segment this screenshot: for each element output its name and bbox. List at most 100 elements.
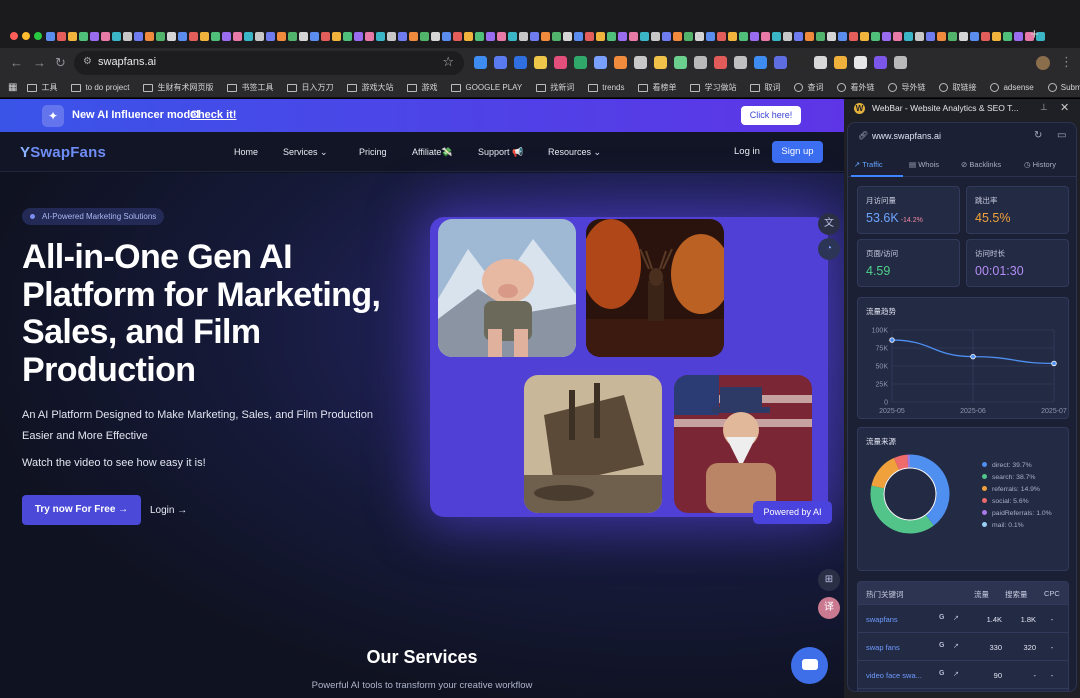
- extension-icon[interactable]: [534, 56, 547, 69]
- tab-favicon[interactable]: [134, 32, 143, 41]
- extension-icon[interactable]: [734, 56, 747, 69]
- tab-favicon[interactable]: [772, 32, 781, 41]
- trend-icon[interactable]: ↗: [953, 642, 959, 650]
- extension-icon[interactable]: [894, 56, 907, 69]
- nav-affiliate[interactable]: Affiliate💸: [412, 147, 453, 158]
- close-panel-icon[interactable]: ✕: [1060, 101, 1069, 114]
- bookmark-item[interactable]: 取链接: [939, 82, 976, 93]
- minimize-window-button[interactable]: [22, 32, 30, 40]
- translate-assistant-icon[interactable]: 译: [818, 597, 840, 619]
- tab-favicon[interactable]: [178, 32, 187, 41]
- tab-favicon[interactable]: [409, 32, 418, 41]
- tab-favicon[interactable]: [805, 32, 814, 41]
- google-icon[interactable]: G: [939, 670, 944, 677]
- tab-favicon[interactable]: [640, 32, 649, 41]
- tab-favicon[interactable]: [453, 32, 462, 41]
- bookmark-star-icon[interactable]: ☆: [442, 54, 454, 70]
- keyword-row[interactable]: swapfans G ↗ 1.4K 1.8K -: [858, 604, 1068, 632]
- extension-icon[interactable]: [874, 56, 887, 69]
- tab-favicon[interactable]: [255, 32, 264, 41]
- tab-favicon[interactable]: [310, 32, 319, 41]
- tab-favicon[interactable]: [167, 32, 176, 41]
- close-window-button[interactable]: [10, 32, 18, 40]
- tab-favicon[interactable]: [750, 32, 759, 41]
- apps-icon[interactable]: ▦: [8, 82, 17, 93]
- google-icon[interactable]: G: [939, 642, 944, 649]
- extension-icon[interactable]: [794, 56, 807, 69]
- tab-favicon[interactable]: [211, 32, 220, 41]
- tab-favicon[interactable]: [915, 32, 924, 41]
- profile-avatar[interactable]: [1036, 56, 1050, 70]
- tab-favicon[interactable]: [717, 32, 726, 41]
- google-icon[interactable]: G: [939, 614, 944, 621]
- bookmark-item[interactable]: 查词: [794, 82, 823, 93]
- donut-slice-search[interactable]: [870, 485, 934, 534]
- tab-favicon[interactable]: [112, 32, 121, 41]
- tab-favicon[interactable]: [222, 32, 231, 41]
- tab-favicon[interactable]: [1003, 32, 1012, 41]
- nav-home[interactable]: Home: [234, 147, 258, 157]
- reload-icon[interactable]: ↻: [55, 55, 66, 71]
- tab-favicon[interactable]: [838, 32, 847, 41]
- new-tab-button[interactable]: +: [1030, 26, 1039, 43]
- extension-icon[interactable]: [594, 56, 607, 69]
- bookmark-item[interactable]: 工具: [27, 82, 57, 93]
- keyword-link[interactable]: swapfans: [866, 615, 898, 624]
- tab-favicon[interactable]: [189, 32, 198, 41]
- bookmark-item[interactable]: 找新词: [536, 82, 574, 93]
- refresh-icon[interactable]: ↻: [1034, 130, 1042, 141]
- extension-icon[interactable]: [694, 56, 707, 69]
- grid-add-icon[interactable]: ⊞: [818, 569, 840, 591]
- tab-favicon[interactable]: [244, 32, 253, 41]
- bookmark-item[interactable]: Submit: [1047, 83, 1080, 92]
- tab-backlinks[interactable]: ⊘ Backlinks: [961, 160, 1001, 169]
- bookmark-item[interactable]: 导外链: [888, 82, 925, 93]
- tab-favicon[interactable]: [530, 32, 539, 41]
- tab-favicon[interactable]: [486, 32, 495, 41]
- tab-strip[interactable]: [46, 28, 1046, 44]
- extension-icon[interactable]: [654, 56, 667, 69]
- tab-favicon[interactable]: [123, 32, 132, 41]
- pin-icon[interactable]: ⊥: [1040, 102, 1048, 113]
- keyword-link[interactable]: video face swa...: [866, 671, 922, 680]
- site-logo[interactable]: YSwapFans: [20, 144, 106, 161]
- site-info-icon[interactable]: ⚙: [83, 56, 92, 67]
- tab-favicon[interactable]: [926, 32, 935, 41]
- tab-whois[interactable]: ▤ Whois: [909, 160, 939, 169]
- bookmark-item[interactable]: adsense: [990, 83, 1034, 92]
- tab-favicon[interactable]: [398, 32, 407, 41]
- tab-favicon[interactable]: [233, 32, 242, 41]
- tab-favicon[interactable]: [68, 32, 77, 41]
- back-icon[interactable]: ←: [10, 55, 23, 71]
- bookmark-item[interactable]: 看外链: [837, 82, 874, 93]
- tab-favicon[interactable]: [288, 32, 297, 41]
- tab-favicon[interactable]: [596, 32, 605, 41]
- tab-favicon[interactable]: [431, 32, 440, 41]
- extension-icon[interactable]: [754, 56, 767, 69]
- tab-favicon[interactable]: [464, 32, 473, 41]
- tab-favicon[interactable]: [871, 32, 880, 41]
- trend-point[interactable]: [970, 353, 976, 360]
- tab-favicon[interactable]: [46, 32, 55, 41]
- tab-favicon[interactable]: [816, 32, 825, 41]
- address-bar[interactable]: ⚙ swapfans.ai ☆: [74, 51, 464, 75]
- tab-favicon[interactable]: [497, 32, 506, 41]
- tab-favicon[interactable]: [200, 32, 209, 41]
- panel-icon[interactable]: ▭: [1057, 130, 1066, 141]
- tab-favicon[interactable]: [882, 32, 891, 41]
- donut-slice-social[interactable]: [893, 454, 909, 470]
- tab-favicon[interactable]: [761, 32, 770, 41]
- login-link[interactable]: Log in: [734, 146, 760, 157]
- promo-button[interactable]: Click here!: [741, 106, 801, 125]
- tab-favicon[interactable]: [937, 32, 946, 41]
- donut-slice-referrals[interactable]: [871, 457, 900, 489]
- bookmark-item[interactable]: 游戏大站: [347, 82, 393, 93]
- forward-icon[interactable]: →: [33, 55, 46, 71]
- tab-favicon[interactable]: [387, 32, 396, 41]
- tab-favicon[interactable]: [519, 32, 528, 41]
- trend-icon[interactable]: ↗: [953, 670, 959, 678]
- tab-favicon[interactable]: [618, 32, 627, 41]
- tab-traffic[interactable]: ↗ Traffic: [854, 160, 883, 169]
- extension-icon[interactable]: [574, 56, 587, 69]
- tab-favicon[interactable]: [343, 32, 352, 41]
